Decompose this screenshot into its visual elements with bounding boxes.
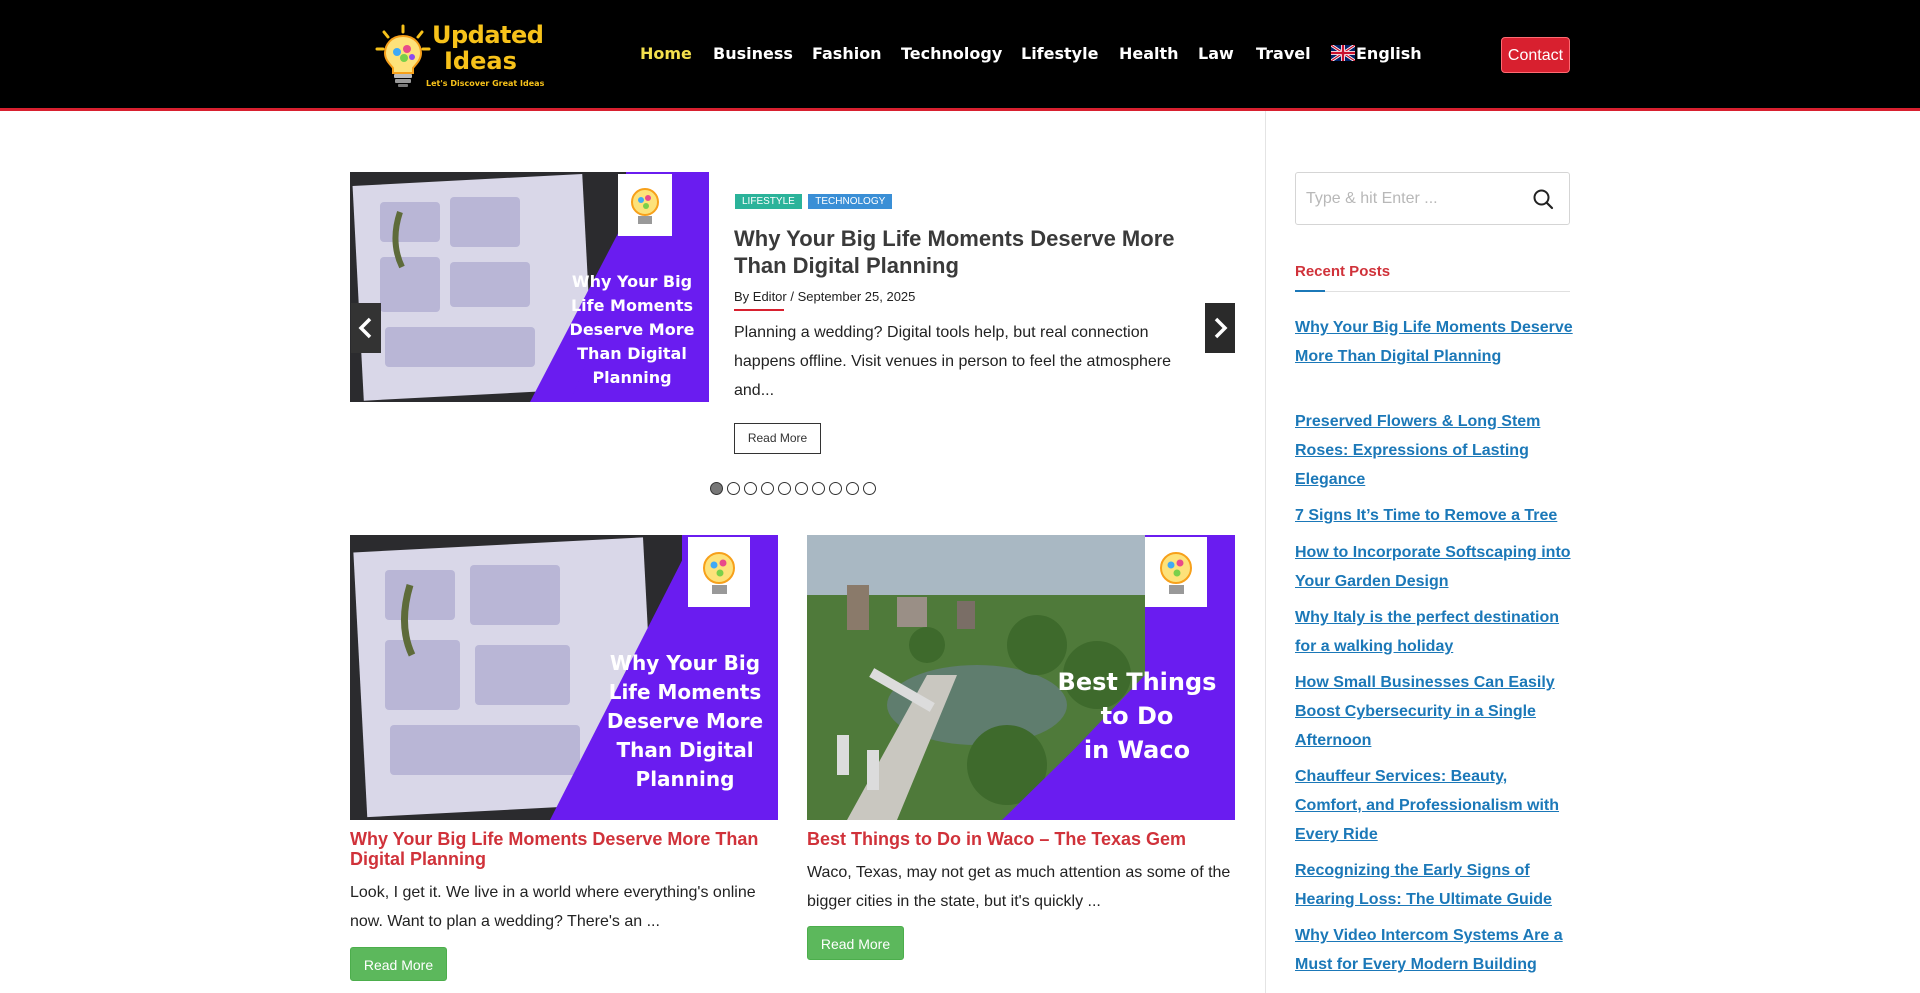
- logo-tagline: Let's Discover Great Ideas: [426, 79, 545, 88]
- chevron-right-icon: [1214, 317, 1228, 339]
- logo-text-line2: Ideas: [444, 47, 517, 75]
- slider-read-more-button[interactable]: Read More: [734, 423, 821, 454]
- lightbulb-logo-icon: [375, 24, 431, 87]
- recent-posts-divider: [1295, 291, 1570, 292]
- nav-item-language[interactable]: English: [1331, 44, 1422, 63]
- recent-posts-divider-accent: [1295, 290, 1325, 292]
- slider-image-text-4: Than Digital: [577, 344, 687, 363]
- recent-post-link[interactable]: Why Your Big Life Moments Deserve More T…: [1295, 313, 1575, 371]
- post-read-more-button[interactable]: Read More: [350, 947, 447, 981]
- site-header: Updated Ideas Let's Discover Great Ideas…: [0, 0, 1920, 111]
- slider-dot[interactable]: [710, 482, 723, 495]
- slider-prev-button[interactable]: [351, 303, 381, 353]
- recent-post-link[interactable]: Preserved Flowers & Long Stem Roses: Exp…: [1295, 407, 1575, 494]
- slider-dot[interactable]: [761, 482, 774, 495]
- post-card-excerpt: Look, I get it. We live in a world where…: [350, 884, 756, 930]
- nav-item-travel[interactable]: Travel: [1256, 44, 1311, 63]
- post-card-title[interactable]: Best Things to Do in Waco – The Texas Ge…: [807, 829, 1237, 849]
- category-badge-lifestyle[interactable]: LIFESTYLE: [735, 194, 802, 209]
- language-label: English: [1356, 44, 1422, 63]
- slider-dot[interactable]: [778, 482, 791, 495]
- nav-item-law[interactable]: Law: [1198, 44, 1234, 63]
- slider-post-excerpt: Planning a wedding? Digital tools help, …: [734, 324, 1172, 399]
- site-logo[interactable]: Updated Ideas Let's Discover Great Ideas: [374, 20, 544, 90]
- nav-item-technology[interactable]: Technology: [901, 44, 1002, 63]
- chevron-left-icon: [358, 317, 372, 339]
- slider-image-text-2: Life Moments: [571, 296, 693, 315]
- post-image-text-1: Best Things: [1058, 668, 1217, 696]
- slider-dot[interactable]: [863, 482, 876, 495]
- recent-post-link[interactable]: 7 Signs It’s Time to Remove a Tree: [1295, 501, 1575, 530]
- post-image-text-4: Than Digital: [616, 738, 753, 762]
- meta-underline: [734, 309, 784, 311]
- nav-item-lifestyle[interactable]: Lifestyle: [1021, 44, 1098, 63]
- recent-post-link[interactable]: How Small Businesses Can Easily Boost Cy…: [1295, 668, 1575, 755]
- post-card-excerpt: Waco, Texas, may not get as much attenti…: [807, 864, 1231, 910]
- recent-posts-heading: Recent Posts: [1295, 263, 1391, 280]
- slider-dot[interactable]: [727, 482, 740, 495]
- recent-post-link[interactable]: Why Video Intercom Systems Are a Must fo…: [1295, 921, 1575, 979]
- slider-dot[interactable]: [744, 482, 757, 495]
- slider-dot[interactable]: [795, 482, 808, 495]
- nav-item-health[interactable]: Health: [1119, 44, 1179, 63]
- search-input[interactable]: [1306, 187, 1506, 211]
- recent-post-link[interactable]: Recognizing the Early Signs of Hearing L…: [1295, 856, 1575, 914]
- nav-item-home[interactable]: Home: [640, 44, 692, 63]
- nav-item-business[interactable]: Business: [713, 44, 793, 63]
- recent-post-link[interactable]: Why Italy is the perfect destination for…: [1295, 603, 1575, 661]
- slider-image-graphic: Why Your Big Life Moments Deserve More T…: [350, 172, 709, 402]
- post-image-text-2: Life Moments: [609, 680, 762, 704]
- post-card-image[interactable]: Why Your Big Life Moments Deserve More T…: [350, 535, 778, 820]
- slider-dot[interactable]: [846, 482, 859, 495]
- post-image-text-1: Why Your Big: [610, 651, 760, 675]
- logo-text-line1: Updated: [432, 21, 544, 49]
- post-read-more-button[interactable]: Read More: [807, 926, 904, 960]
- slider-image-text-1: Why Your Big: [572, 272, 692, 291]
- recent-post-link[interactable]: Chauffeur Services: Beauty, Comfort, and…: [1295, 762, 1575, 849]
- slider-image-text-3: Deserve More: [570, 320, 695, 339]
- recent-post-link[interactable]: How to Incorporate Softscaping into Your…: [1295, 538, 1575, 596]
- contact-button[interactable]: Contact: [1501, 37, 1570, 73]
- uk-flag-icon: [1331, 45, 1355, 61]
- slider-categories: LIFESTYLE TECHNOLOGY: [735, 191, 894, 209]
- post-card-title[interactable]: Why Your Big Life Moments Deserve More T…: [350, 829, 780, 869]
- slider-post-title[interactable]: Why Your Big Life Moments Deserve More T…: [734, 225, 1204, 279]
- post-image-text-5: Planning: [636, 767, 735, 791]
- sidebar-divider: [1265, 111, 1266, 993]
- post-image-graphic: Why Your Big Life Moments Deserve More T…: [350, 535, 778, 820]
- post-card-image[interactable]: Best Things to Do in Waco: [807, 535, 1235, 820]
- slider-image[interactable]: Why Your Big Life Moments Deserve More T…: [350, 172, 709, 402]
- slider-dot[interactable]: [829, 482, 842, 495]
- search-widget: [1295, 172, 1570, 225]
- post-image-text-3: in Waco: [1084, 736, 1190, 764]
- search-icon[interactable]: [1532, 188, 1554, 210]
- nav-item-fashion[interactable]: Fashion: [812, 44, 882, 63]
- category-badge-technology[interactable]: TECHNOLOGY: [808, 194, 893, 209]
- post-image-graphic: Best Things to Do in Waco: [807, 535, 1235, 820]
- post-image-text-3: Deserve More: [607, 709, 763, 733]
- slider-next-button[interactable]: [1205, 303, 1235, 353]
- post-image-text-2: to Do: [1101, 702, 1174, 730]
- slider-post-meta: By Editor / September 25, 2025: [734, 289, 916, 304]
- slider-image-text-5: Planning: [592, 368, 671, 387]
- slider-dot[interactable]: [812, 482, 825, 495]
